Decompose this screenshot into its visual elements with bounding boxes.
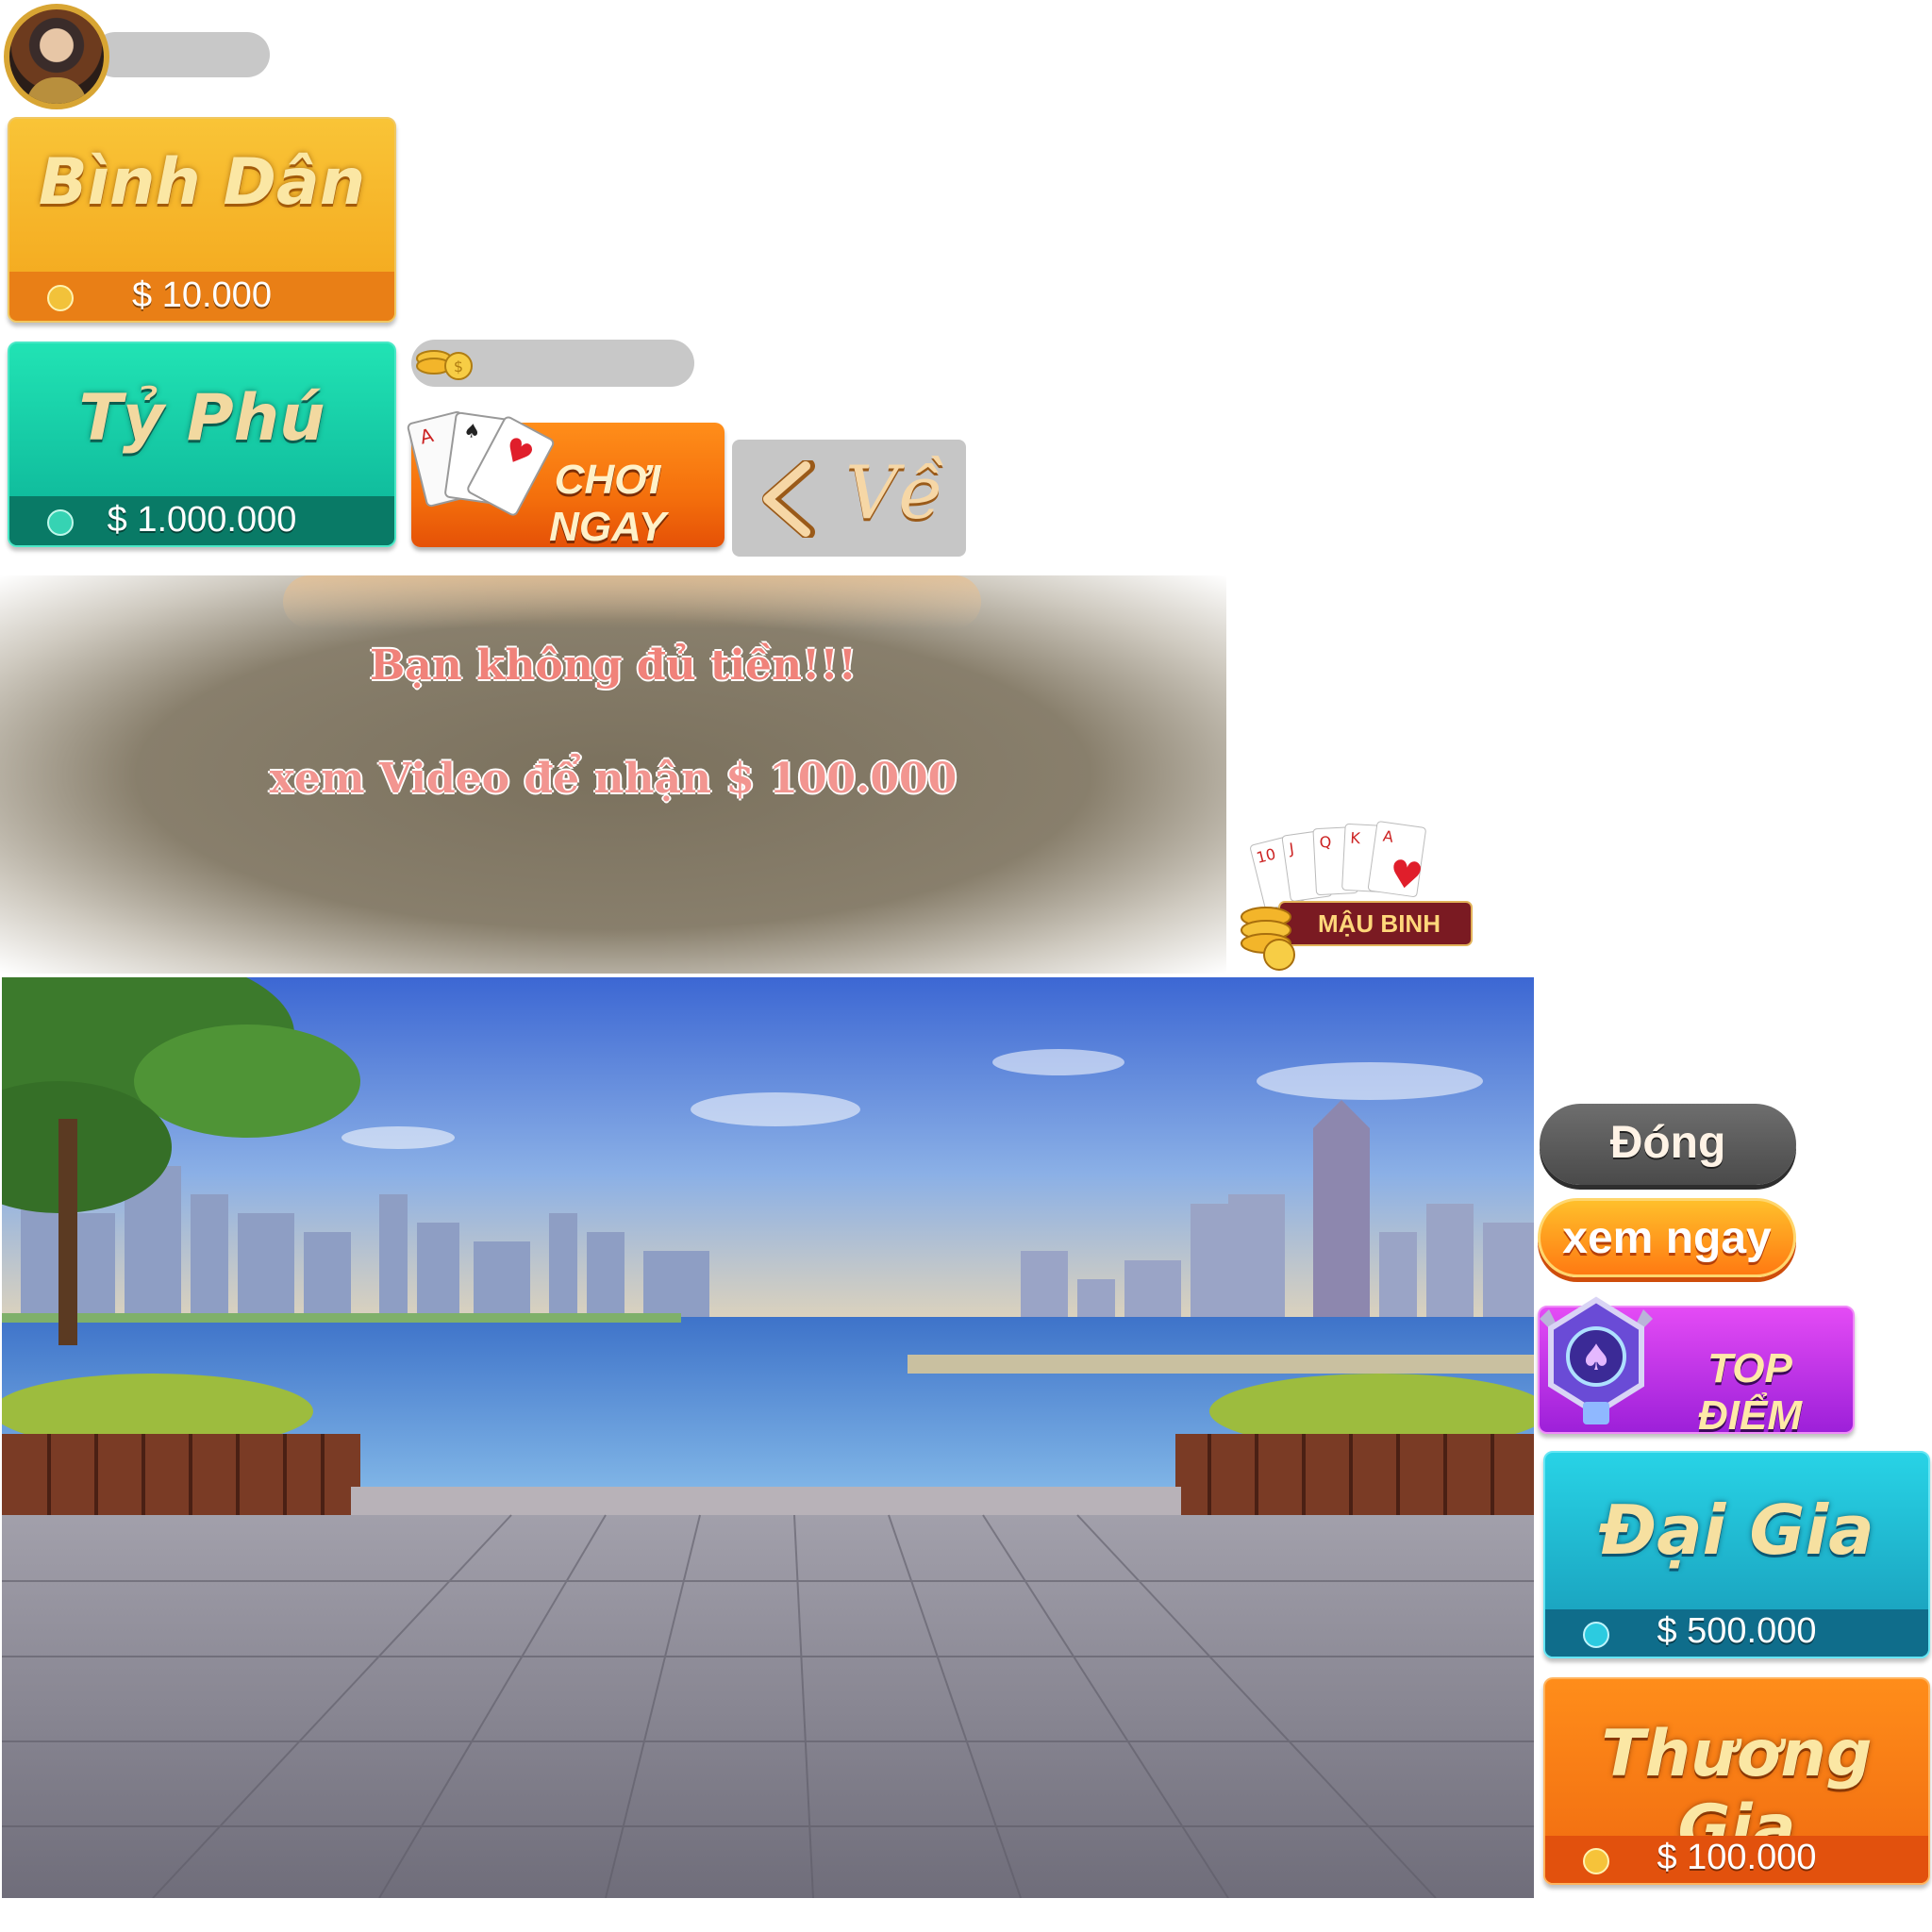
logo-card-label: K — [1350, 829, 1361, 848]
watch-now-label: xem ngay — [1562, 1213, 1772, 1263]
coins-stack-icon — [1241, 907, 1295, 971]
logo-card-label: Q — [1319, 833, 1332, 852]
top-score-button[interactable]: ♠ TOP ĐIỂM — [1538, 1296, 1855, 1439]
svg-text:♠: ♠ — [462, 419, 482, 443]
room-price: $ 1.000.000 — [107, 500, 297, 540]
logo-cards: 10 J Q K A♥ — [1250, 821, 1426, 910]
room-dai-gia-button[interactable]: Đại Gia $ 500.000 — [1543, 1451, 1930, 1658]
back-button[interactable]: Về — [732, 440, 966, 557]
room-price-strip: $ 500.000 — [1545, 1609, 1928, 1657]
room-price-strip: $ 100.000 — [1545, 1836, 1928, 1883]
floor — [2, 1515, 1534, 1898]
room-binh-dan-button[interactable]: Bình Dân $ 10.000 — [8, 117, 396, 323]
room-ty-phu-button[interactable]: Tỷ Phú $ 1.000.000 — [8, 341, 396, 547]
spade-icon: ♠ — [1580, 1337, 1612, 1378]
background-scene — [2, 977, 1534, 1898]
player-name-bar — [92, 32, 270, 77]
chevron-left-icon — [762, 460, 815, 538]
play-now-label: CHƠI NGAY — [549, 457, 666, 550]
room-title: Bình Dân — [38, 145, 366, 220]
close-label: Đóng — [1609, 1118, 1726, 1168]
trophy-badge-icon: ♠ — [1540, 1296, 1653, 1424]
player-avatar[interactable] — [4, 4, 109, 109]
top-score-label: TOP ĐIỂM — [1698, 1345, 1802, 1439]
watch-now-button[interactable]: xem ngay — [1538, 1198, 1796, 1277]
svg-text:$: $ — [454, 358, 463, 375]
coins-stack-icon: $ — [416, 350, 473, 380]
svg-text:♥: ♥ — [1386, 852, 1425, 900]
room-title: Tỷ Phú — [78, 381, 325, 456]
avatar-shoulders — [26, 77, 87, 104]
room-price-strip: $ 1.000.000 — [9, 496, 394, 545]
mau-binh-logo: 10 J Q K A♥ MẬU BINH — [1241, 821, 1473, 971]
popup-top-rim — [283, 575, 981, 628]
room-thuong-gia-button[interactable]: Thương Gia $ 100.000 — [1543, 1677, 1930, 1885]
play-now-button[interactable]: A ♠ ♥ CHƠI NGAY — [407, 410, 724, 550]
room-price: $ 10.000 — [132, 275, 272, 315]
popup-reward-message: xem Video để nhận $ 100.000 — [269, 755, 958, 803]
back-label: Về — [845, 451, 944, 536]
logo-text: MẬU BINH — [1318, 909, 1441, 938]
popup-message: Bạn không đủ tiền!!! — [370, 641, 857, 690]
room-title: Đại Gia — [1599, 1491, 1874, 1570]
room-price-strip: $ 10.000 — [9, 272, 394, 321]
close-button[interactable]: Đóng — [1540, 1104, 1796, 1185]
room-price: $ 500.000 — [1657, 1611, 1817, 1651]
room-price: $ 100.000 — [1657, 1838, 1817, 1877]
